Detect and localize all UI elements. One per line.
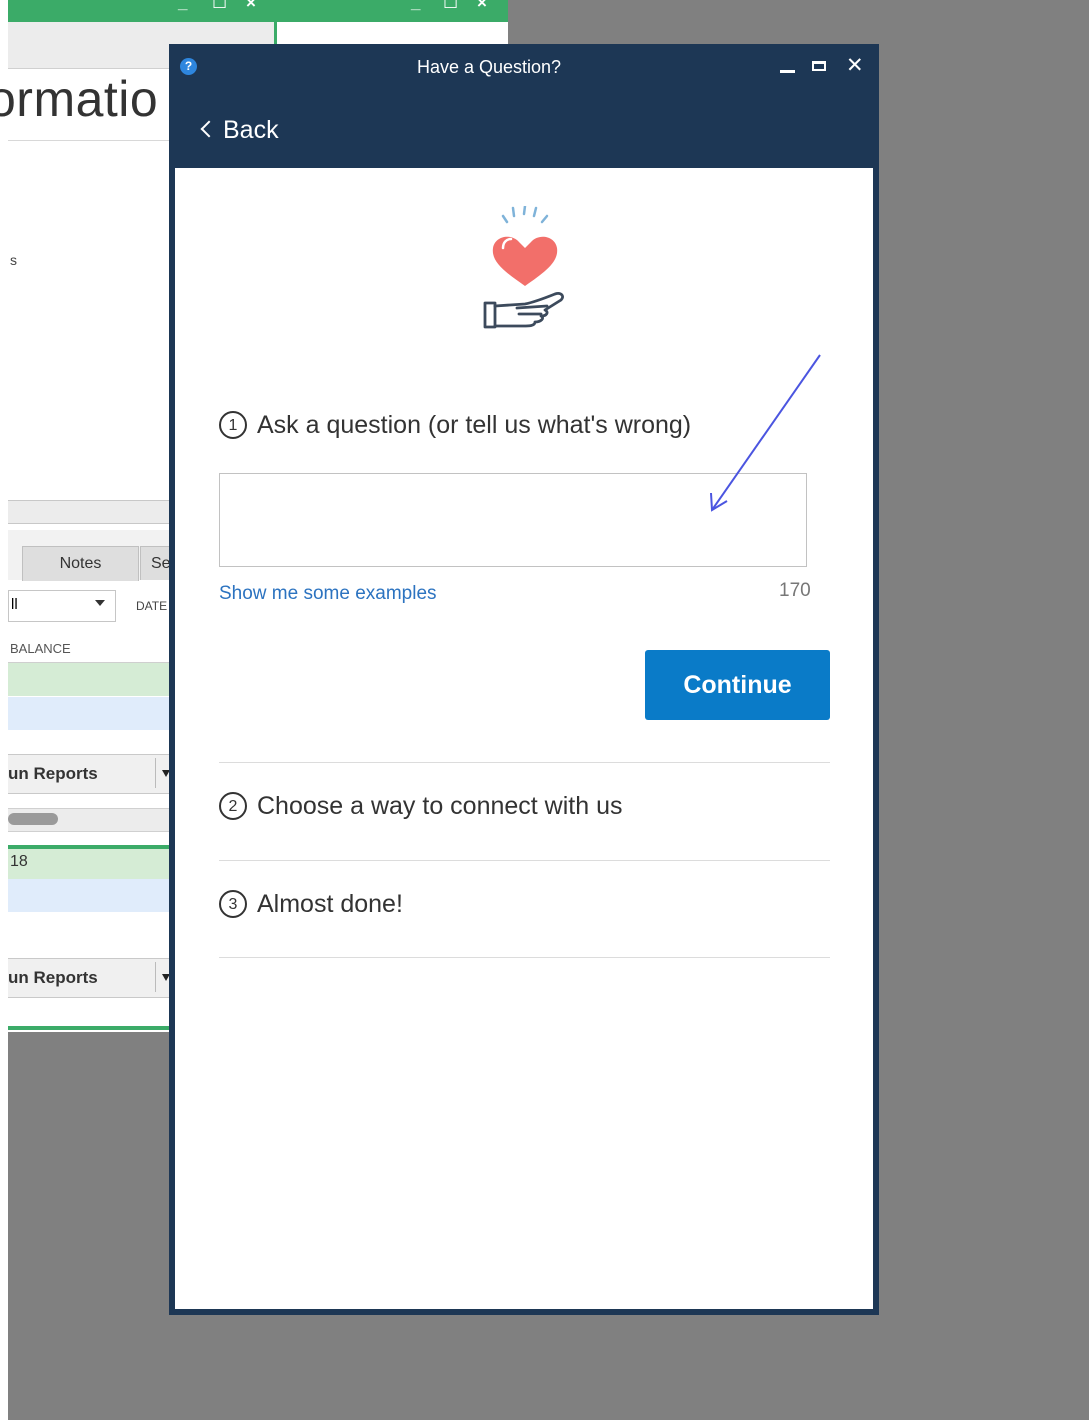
minimize-icon[interactable] — [780, 70, 795, 73]
step-2[interactable]: 2 Choose a way to connect with us — [219, 792, 622, 823]
divider — [155, 962, 156, 992]
close-icon[interactable]: × — [477, 0, 487, 13]
step-label: Almost done! — [257, 890, 403, 918]
background-heading-text: ormatio — [0, 71, 159, 127]
balance-column-header: BALANCE — [10, 641, 71, 656]
character-count: 170 — [779, 580, 811, 601]
maximize-icon[interactable]: ☐ — [212, 0, 227, 13]
section-separator — [8, 500, 170, 524]
close-icon[interactable]: ✕ — [846, 54, 864, 78]
minimize-icon[interactable]: _ — [178, 0, 187, 13]
divider — [155, 758, 156, 788]
table-row[interactable] — [8, 849, 170, 879]
step-3[interactable]: 3 Almost done! — [219, 890, 403, 921]
date-column-header: DATE — [136, 599, 168, 613]
back-bar: Back — [169, 86, 879, 168]
step-1: 1 Ask a question (or tell us what's wrong… — [219, 411, 691, 442]
filter-value: ll — [11, 596, 18, 613]
continue-button[interactable]: Continue — [645, 650, 830, 720]
step-number: 1 — [219, 411, 247, 439]
minimize-icon[interactable]: _ — [411, 0, 420, 13]
chevron-left-icon — [200, 120, 218, 138]
background-window-titlebar: _ ☐ × — [8, 0, 274, 22]
section-accent-line — [8, 1026, 170, 1030]
divider — [8, 140, 170, 141]
step-label: Ask a question (or tell us what's wrong) — [257, 411, 692, 439]
have-a-question-dialog: ? Have a Question? ✕ Back 1 Ask a questi… — [169, 44, 879, 1315]
divider — [219, 762, 830, 763]
maximize-icon[interactable] — [812, 61, 826, 71]
dialog-content: 1 Ask a question (or tell us what's wrong… — [175, 168, 873, 1309]
back-label: Back — [223, 116, 279, 144]
table-row[interactable] — [8, 879, 170, 912]
dialog-titlebar[interactable]: ? Have a Question? ✕ — [169, 44, 879, 86]
step-label: Choose a way to connect with us — [257, 792, 623, 820]
run-reports-button[interactable]: un Reports — [8, 764, 98, 784]
divider — [219, 957, 830, 958]
show-examples-link[interactable]: Show me some examples — [219, 583, 437, 605]
background-heading: ormatio — [0, 70, 170, 128]
table-row[interactable] — [8, 697, 170, 730]
question-input[interactable] — [219, 473, 807, 567]
tab-notes[interactable]: Notes — [22, 546, 139, 581]
run-reports-button[interactable]: un Reports — [8, 968, 98, 988]
scrollbar-thumb[interactable] — [8, 813, 58, 825]
row-value: 18 — [10, 853, 28, 870]
divider — [219, 860, 830, 861]
maximize-icon[interactable]: ☐ — [443, 0, 458, 13]
background-text: s — [10, 252, 17, 268]
back-button[interactable]: Back — [200, 116, 279, 145]
table-row[interactable] — [8, 663, 170, 696]
background-window-2-body — [277, 22, 508, 45]
heart-hand-icon — [483, 206, 564, 329]
step-number: 2 — [219, 792, 247, 820]
background-window-titlebar-2: _ ☐ × — [277, 0, 508, 22]
step-number: 3 — [219, 890, 247, 918]
filter-dropdown[interactable]: ll — [8, 590, 116, 622]
desktop-edge — [0, 0, 8, 1420]
close-icon[interactable]: × — [246, 0, 256, 13]
chevron-down-icon — [95, 600, 105, 606]
dialog-title: Have a Question? — [416, 57, 562, 77]
